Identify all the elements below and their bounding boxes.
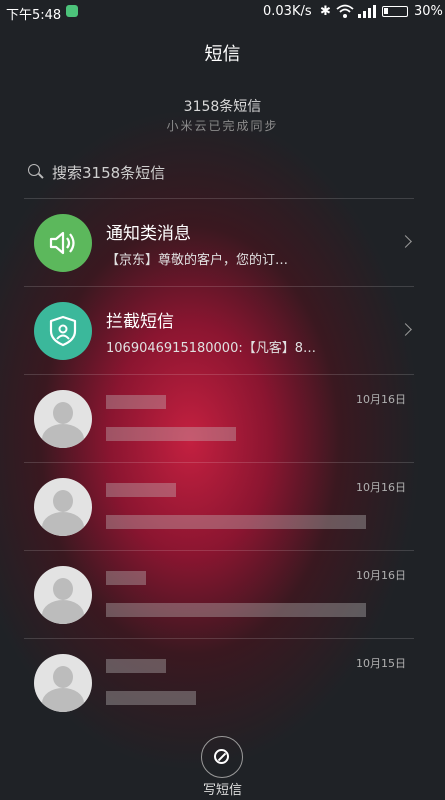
redacted-name (106, 483, 176, 497)
chevron-right-icon (399, 323, 412, 336)
search-bar[interactable]: 搜索3158条短信 (24, 160, 414, 186)
conversation-date: 10月15日 (356, 657, 406, 670)
app-notification-icon (66, 5, 78, 17)
search-icon (28, 164, 40, 176)
chevron-right-icon (399, 235, 412, 248)
conversation-preview: 1069046915180000:【凡客】8… (106, 341, 316, 356)
redacted-name (106, 571, 146, 585)
compose-button[interactable] (201, 736, 243, 778)
conversation-item[interactable]: 10月16日 (0, 551, 445, 639)
default-avatar-icon (34, 566, 92, 624)
conversation-notifications[interactable]: 通知类消息 【京东】尊敬的客户，您的订… (0, 199, 445, 287)
conversation-item[interactable]: 10月15日 (0, 639, 445, 727)
default-avatar-icon (34, 654, 92, 712)
conversation-name: 通知类消息 (106, 224, 191, 244)
network-speed: 0.03K/s (263, 4, 312, 19)
redacted-name (106, 395, 166, 409)
redacted-preview (106, 691, 196, 705)
page-title: 短信 (204, 44, 241, 65)
conversation-preview: 【京东】尊敬的客户，您的订… (106, 253, 289, 268)
default-avatar-icon (34, 478, 92, 536)
sync-status: 小米云已完成同步 (166, 119, 279, 133)
redacted-name (106, 659, 166, 673)
signal-icon (358, 4, 376, 22)
message-count: 3158条短信 (183, 99, 262, 115)
wifi-icon (336, 3, 354, 23)
conversation-item[interactable]: 10月16日 (0, 463, 445, 551)
redacted-preview (106, 515, 366, 529)
redacted-preview (106, 603, 366, 617)
redacted-preview (106, 427, 236, 441)
conversation-item[interactable]: 10月16日 (0, 375, 445, 463)
status-time: 下午5:48 (6, 8, 62, 23)
conversation-date: 10月16日 (356, 393, 406, 406)
speaker-icon (34, 214, 92, 272)
shield-user-icon (34, 302, 92, 360)
conversation-date: 10月16日 (356, 481, 406, 494)
conversation-date: 10月16日 (356, 569, 406, 582)
conversation-blocked[interactable]: 拦截短信 1069046915180000:【凡客】8… (0, 287, 445, 375)
search-placeholder: 搜索3158条短信 (52, 164, 166, 182)
status-bar: 下午5:48 0.03K/s ✱ 30% (0, 0, 445, 24)
conversation-name: 拦截短信 (106, 312, 174, 332)
bluetooth-icon: ✱ (320, 4, 331, 19)
battery-percent: 30% (414, 4, 443, 19)
default-avatar-icon (34, 390, 92, 448)
battery-icon (382, 6, 408, 17)
compose-label: 写短信 (202, 783, 242, 798)
